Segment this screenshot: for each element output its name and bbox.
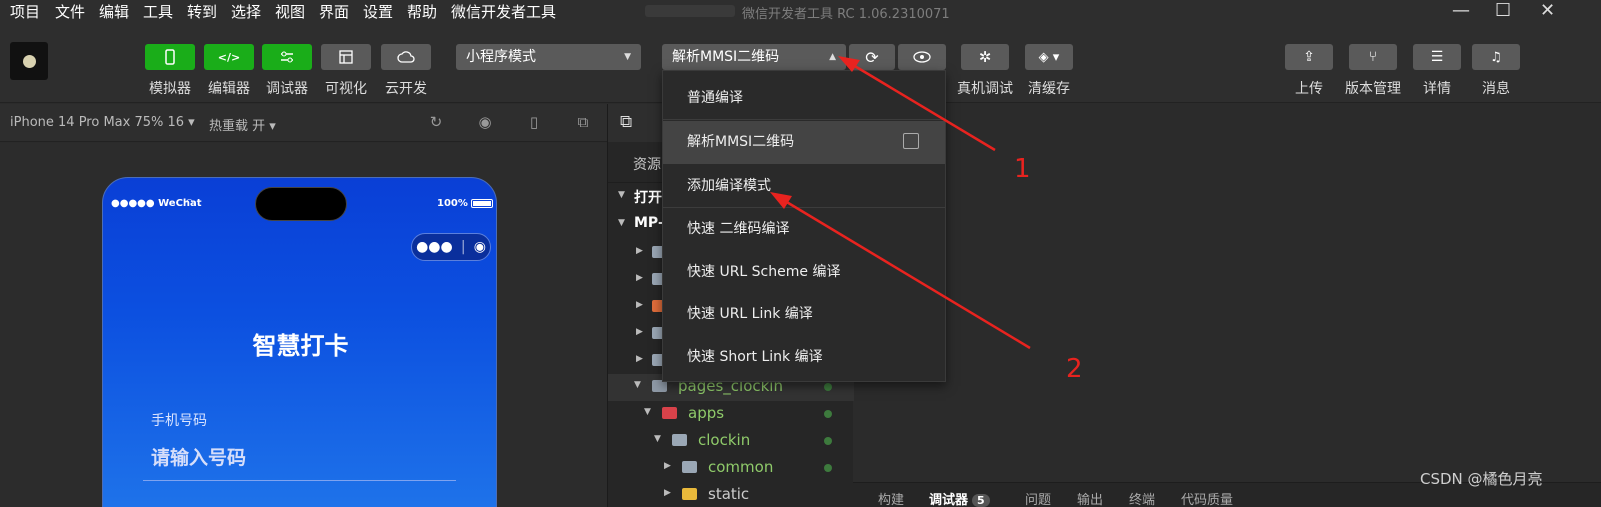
annotation-arrow-2 <box>779 196 1031 350</box>
arrowhead-icon <box>838 56 860 72</box>
arrowhead-icon <box>770 192 792 209</box>
annotation-arrows <box>770 56 1031 350</box>
annotation-number-2: 2 <box>1066 354 1083 384</box>
annotation-number-1: 1 <box>1014 154 1031 184</box>
watermark: CSDN @橘色月亮 <box>1420 470 1543 488</box>
annotation-arrow-1 <box>847 60 996 152</box>
